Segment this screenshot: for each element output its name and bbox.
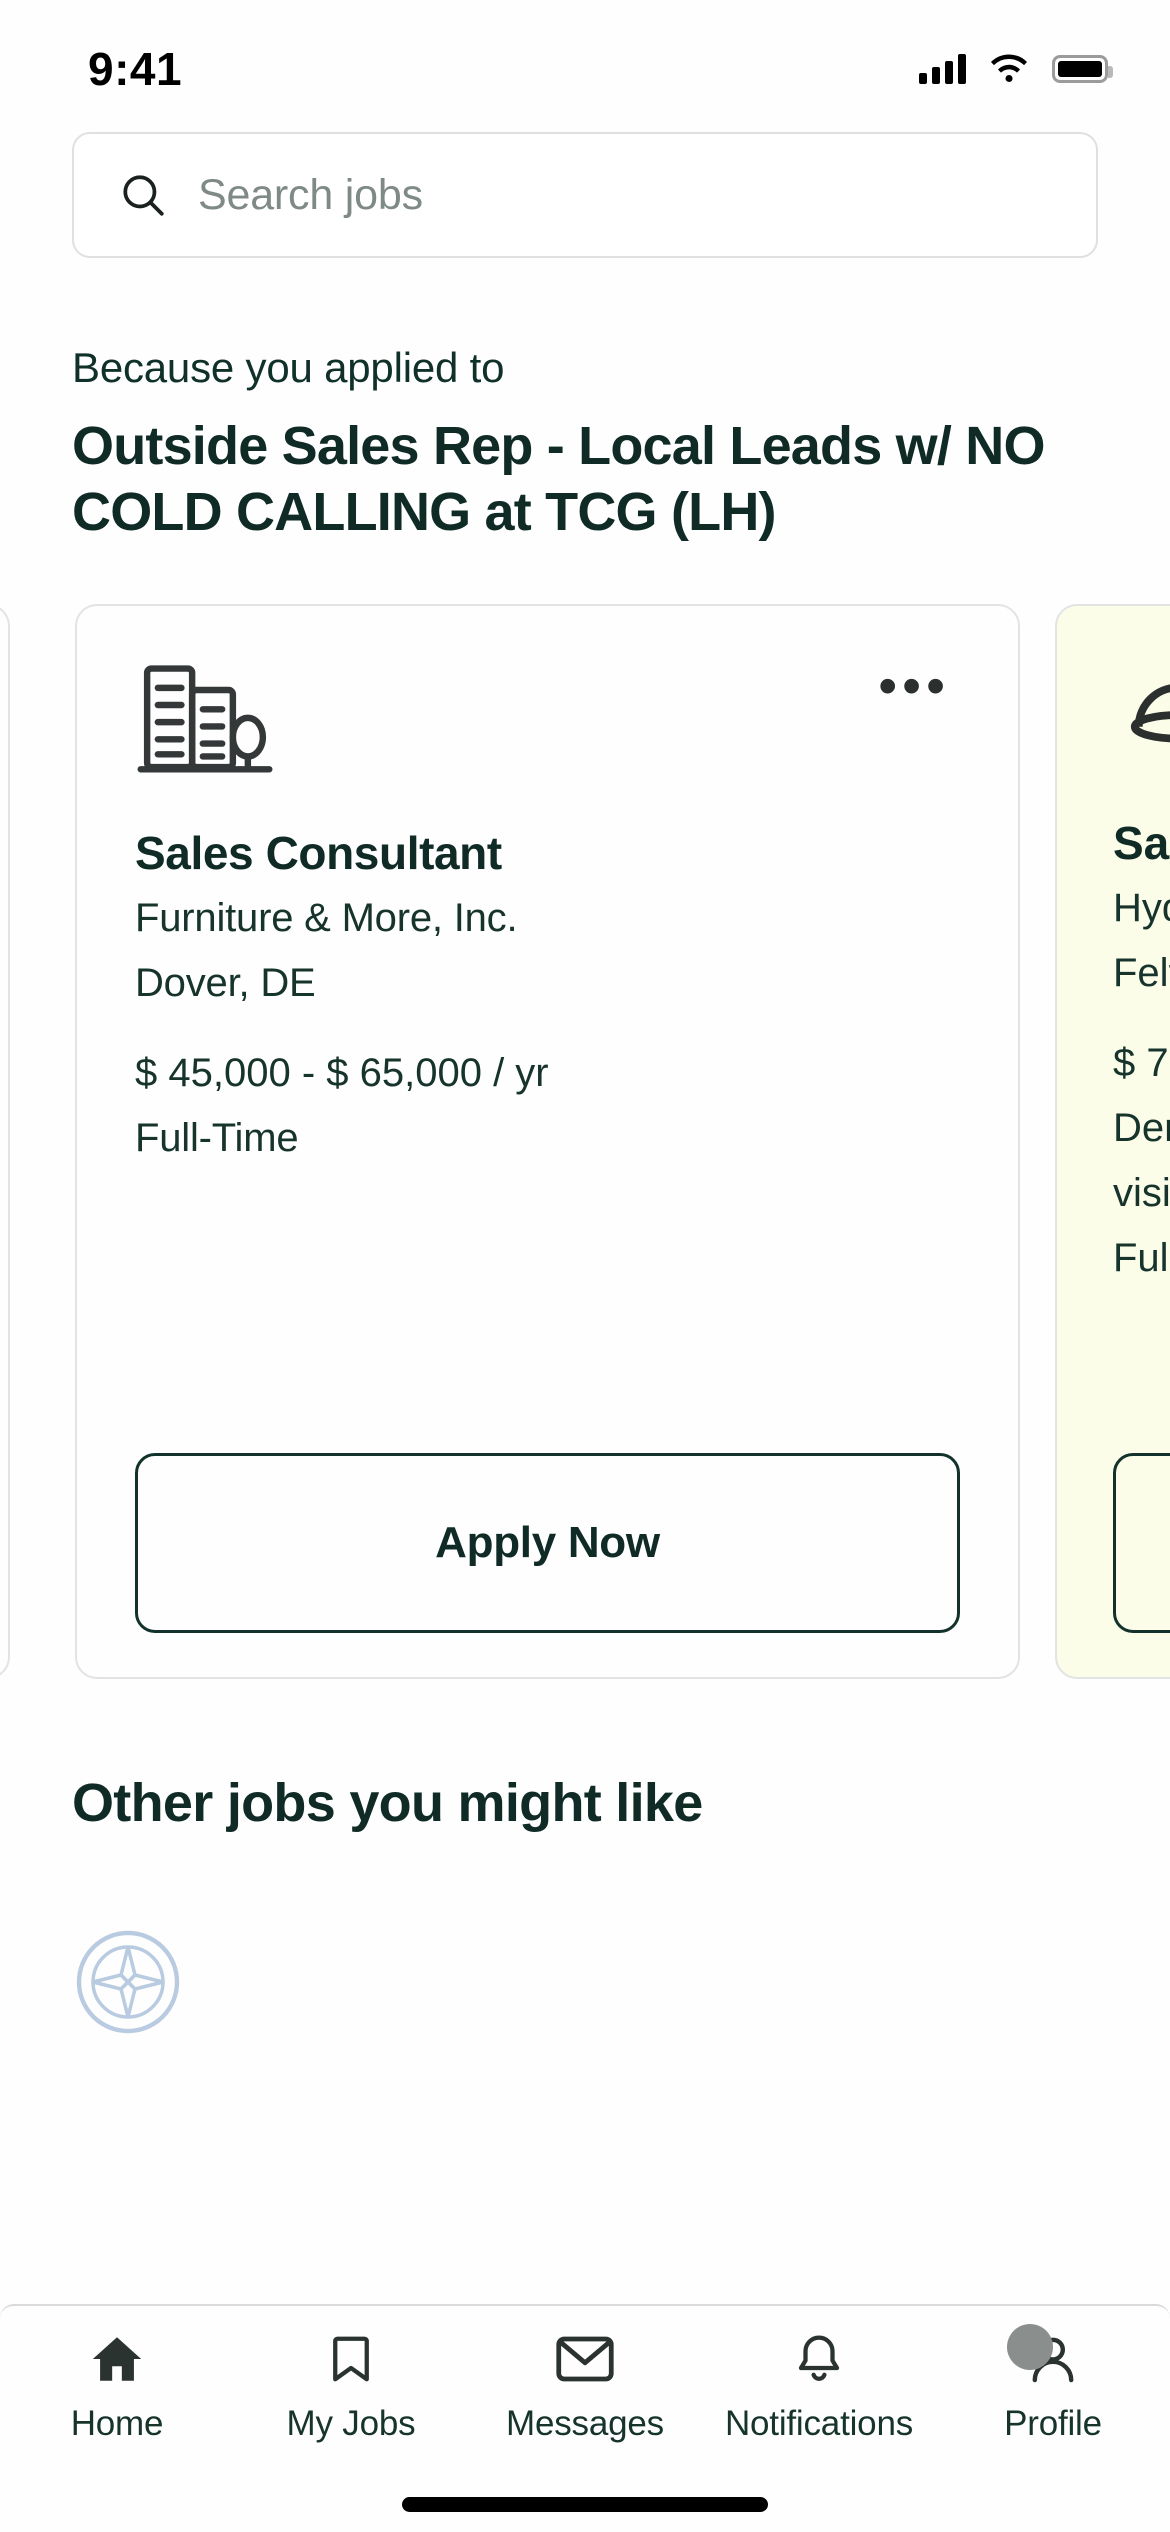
page-title: Outside Sales Rep - Local Leads w/ NO CO… — [72, 416, 1045, 542]
next-job-location: Felton, DE — [1113, 950, 1170, 995]
other-jobs-heading: Other jobs you might like — [72, 1772, 703, 1833]
search-input[interactable]: Search jobs — [72, 132, 1098, 258]
bell-icon — [792, 2328, 846, 2390]
more-horizontal-icon[interactable]: ••• — [868, 659, 960, 714]
app-screen: 9:41 Search jobs Because you applied to … — [0, 0, 1170, 2532]
search-placeholder: Search jobs — [198, 170, 423, 219]
battery-full-icon — [1052, 55, 1113, 83]
signal-bars-icon — [919, 54, 966, 84]
nav-label-my-jobs: My Jobs — [286, 2404, 416, 2443]
company-avatar-icon — [1130, 684, 1170, 743]
home-icon — [88, 2328, 146, 2390]
office-buildings-icon — [137, 665, 273, 773]
nav-item-notifications[interactable]: Notifications — [702, 2328, 936, 2497]
next-job-pay: $ 70,000 / yr — [1113, 1041, 1170, 1086]
next-apply-now-button[interactable]: Apply Now — [1113, 1452, 1170, 1633]
status-time: 9:41 — [88, 43, 183, 95]
home-indicator[interactable] — [0, 2497, 1170, 2532]
apply-now-button[interactable]: Apply Now — [135, 1452, 960, 1633]
nav-item-my-jobs[interactable]: My Jobs — [234, 2328, 468, 2497]
bottom-navigation-bar: Home My Jobs Messages Notifications Prof… — [0, 2304, 1170, 2532]
nav-item-home[interactable]: Home — [0, 2328, 234, 2497]
job-pay: $ 45,000 - $ 65,000 / yr — [135, 1051, 549, 1096]
job-employment-type: Full-Time — [135, 1116, 299, 1161]
nav-label-profile: Profile — [1004, 2404, 1102, 2443]
job-card-next-peek[interactable]: Sales Representative Hydro Systems Felto… — [1055, 603, 1170, 1679]
job-card-previous-peek[interactable] — [0, 603, 10, 1679]
wifi-icon — [990, 54, 1028, 82]
status-bar: 9:41 — [0, 0, 1170, 110]
profile-status-dot — [1007, 2324, 1053, 2370]
nav-items: Home My Jobs Messages Notifications Prof… — [0, 2306, 1170, 2497]
nav-label-messages: Messages — [506, 2404, 664, 2443]
bookmark-icon — [324, 2328, 378, 2390]
status-icons — [919, 53, 1113, 85]
search-icon — [123, 175, 164, 216]
next-job-benefits-1: Dental insurance, Health insurance, — [1113, 1106, 1170, 1151]
job-card-header: ••• — [135, 659, 960, 780]
recommendation-reason: Because you applied to — [72, 344, 505, 391]
next-job-employment-type: Full-Time — [1113, 1235, 1170, 1280]
job-company: Furniture & More, Inc. — [135, 895, 518, 940]
job-title: Sales Consultant — [135, 826, 502, 879]
compass-illustration — [72, 1926, 1170, 2043]
nav-item-messages[interactable]: Messages — [468, 2328, 702, 2497]
recommended-jobs-carousel[interactable]: ••• Sales Consultant Furniture & More, I… — [0, 603, 1170, 1684]
search-section: Search jobs — [0, 132, 1170, 258]
next-job-company: Hydro Systems — [1113, 885, 1170, 930]
job-card[interactable]: ••• Sales Consultant Furniture & More, I… — [75, 603, 1020, 1679]
next-job-title: Sales Representative — [1113, 816, 1170, 869]
envelope-icon — [555, 2328, 615, 2390]
nav-item-profile[interactable]: Profile — [936, 2324, 1170, 2497]
compass-icon — [76, 1930, 180, 2033]
job-location: Dover, DE — [135, 960, 316, 1005]
nav-label-notifications: Notifications — [724, 2404, 914, 2443]
next-job-benefits-2: vision insurance — [1113, 1170, 1170, 1215]
nav-label-home: Home — [70, 2404, 164, 2443]
